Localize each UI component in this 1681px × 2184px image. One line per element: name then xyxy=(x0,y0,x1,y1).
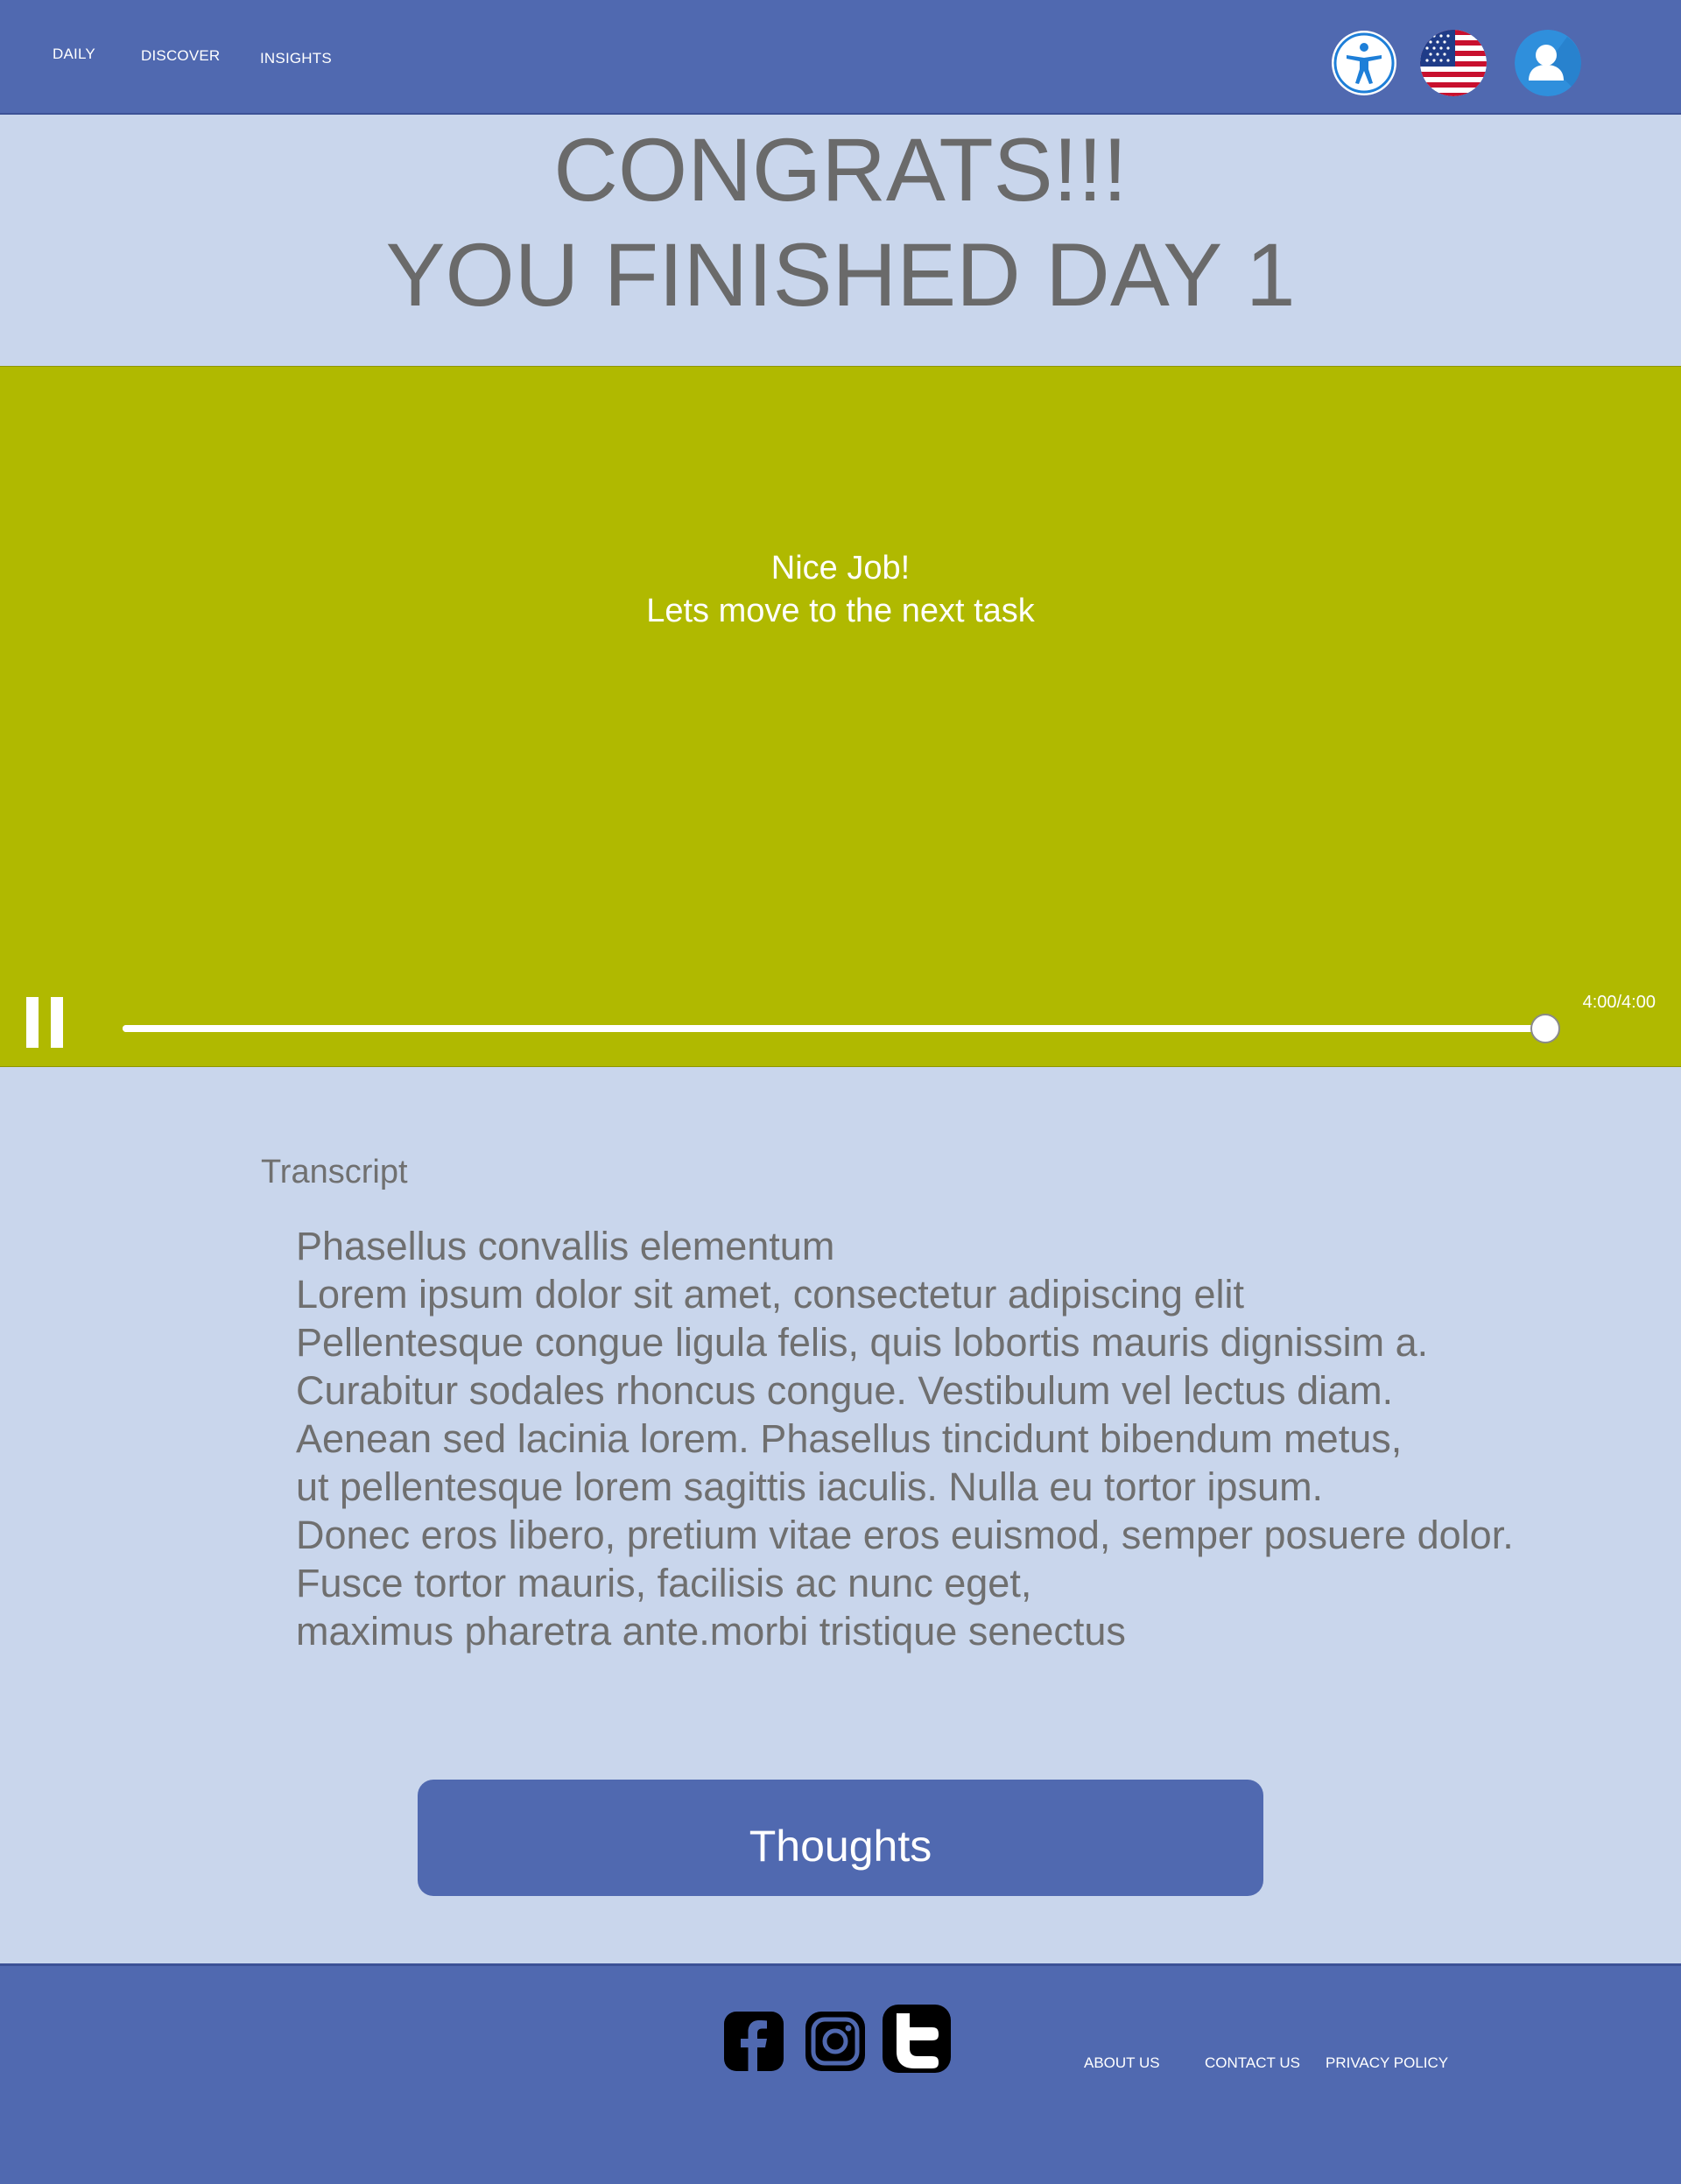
pause-icon[interactable] xyxy=(26,997,63,1048)
footer: ABOUT US CONTACT US PRIVACY POLICY xyxy=(0,1963,1681,2184)
twitter-icon[interactable] xyxy=(881,2003,953,2079)
nav-insights-link[interactable]: INSIGHTS xyxy=(260,50,332,67)
video-time-readout: 4:00/4:00 xyxy=(1582,993,1656,1012)
transcript-line: Fusce tortor mauris, facilisis ac nunc e… xyxy=(296,1561,1032,1605)
transcript-line: Lorem ipsum dolor sit amet, consectetur … xyxy=(296,1272,1244,1317)
contact-us-link[interactable]: CONTACT US xyxy=(1205,2054,1300,2072)
transcript-line: Aenean sed lacinia lorem. Phasellus tinc… xyxy=(296,1416,1403,1461)
video-caption: Nice Job! Lets move to the next task xyxy=(0,547,1681,633)
transcript-line: Phasellus convallis elementum xyxy=(296,1224,835,1268)
congrats-headline: CONGRATS!!! YOU FINISHED DAY 1 xyxy=(0,117,1681,327)
nav-discover-link[interactable]: DISCOVER xyxy=(141,47,220,65)
transcript-line: Pellentesque congue ligula felis, quis l… xyxy=(296,1320,1429,1365)
about-us-link[interactable]: ABOUT US xyxy=(1084,2054,1160,2072)
headline-line-2: YOU FINISHED DAY 1 xyxy=(385,225,1296,325)
user-profile-icon[interactable] xyxy=(1515,30,1581,96)
headline-line-1: CONGRATS!!! xyxy=(553,120,1128,220)
video-caption-line-1: Nice Job! xyxy=(770,550,911,586)
video-progress-thumb[interactable] xyxy=(1530,1014,1560,1043)
video-caption-line-2: Lets move to the next task xyxy=(646,593,1035,629)
nav-daily-link[interactable]: DAILY xyxy=(53,46,95,63)
video-player[interactable]: Nice Job! Lets move to the next task 4:0… xyxy=(0,366,1681,1067)
video-progress-fill xyxy=(123,1025,1545,1032)
us-flag-icon[interactable] xyxy=(1420,30,1487,96)
facebook-icon[interactable] xyxy=(722,2010,785,2077)
transcript-line: ut pellentesque lorem sagittis iaculis. … xyxy=(296,1464,1324,1509)
video-progress-bar[interactable] xyxy=(123,1014,1560,1043)
transcript-label: Transcript xyxy=(261,1154,408,1190)
transcript-line: maximus pharetra ante.morbi tristique se… xyxy=(296,1609,1126,1654)
transcript-body: Phasellus convallis elementum Lorem ipsu… xyxy=(296,1222,1653,1655)
privacy-policy-link[interactable]: PRIVACY POLICY xyxy=(1326,2054,1448,2072)
instagram-icon[interactable] xyxy=(804,2010,867,2077)
transcript-line: Curabitur sodales rhoncus congue. Vestib… xyxy=(296,1368,1394,1413)
accessibility-icon[interactable] xyxy=(1331,30,1397,96)
thoughts-button[interactable]: Thoughts xyxy=(418,1780,1263,1896)
top-nav-bar: DAILY DISCOVER INSIGHTS xyxy=(0,0,1681,115)
transcript-line: Donec eros libero, pretium vitae eros eu… xyxy=(296,1513,1514,1557)
